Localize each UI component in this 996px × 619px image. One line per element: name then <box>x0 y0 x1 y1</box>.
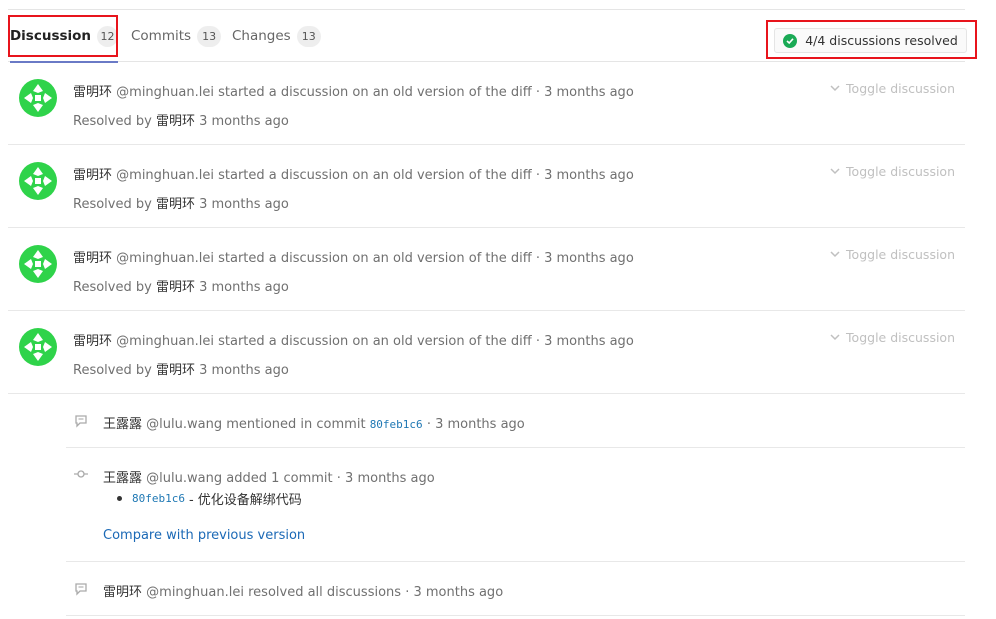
discussion-action: started a discussion on an old version o… <box>218 85 532 100</box>
discussion-item: 雷明环 @minghuan.lei started a discussion o… <box>8 311 965 394</box>
tab-commits-label: Commits <box>131 28 192 44</box>
author-name[interactable]: 雷明环 <box>73 85 112 100</box>
commit-sha-link[interactable]: 80feb1c6 <box>370 418 423 431</box>
mention-time: · 3 months ago <box>426 417 525 432</box>
commit-list-item: 80feb1c6 - 优化设备解绑代码 <box>103 489 302 508</box>
commit-added-action: added 1 commit <box>226 471 333 486</box>
toggle-discussion-button[interactable]: Toggle discussion <box>830 81 955 96</box>
avatar <box>19 245 57 283</box>
discussions-resolved-button[interactable]: 4/4 discussions resolved <box>774 28 967 53</box>
author-handle[interactable]: @lulu.wang <box>146 471 222 486</box>
compare-with-previous-version-link[interactable]: Compare with previous version <box>103 528 305 543</box>
author-handle[interactable]: @minghuan.lei <box>116 168 214 183</box>
comment-icon <box>75 415 87 428</box>
chevron-down-icon <box>830 168 840 175</box>
toggle-discussion-label: Toggle discussion <box>846 330 955 345</box>
resolver-name[interactable]: 雷明环 <box>156 197 195 212</box>
author-handle[interactable]: @minghuan.lei <box>116 334 214 349</box>
discussion-time: · 3 months ago <box>535 168 634 183</box>
discussion-time: · 3 months ago <box>535 251 634 266</box>
discussion-time: · 3 months ago <box>535 334 634 349</box>
resolver-name[interactable]: 雷明环 <box>156 280 195 295</box>
resolved-all-time: · 3 months ago <box>405 585 504 600</box>
resolved-highlight-box: 4/4 discussions resolved <box>766 20 977 59</box>
discussion-header: 雷明环 @minghuan.lei started a discussion o… <box>73 164 634 183</box>
comment-icon <box>75 583 87 596</box>
tab-changes-label: Changes <box>232 28 291 44</box>
discussion-item: 雷明环 @minghuan.lei started a discussion o… <box>8 62 965 145</box>
resolved-by-line: Resolved by 雷明环 3 months ago <box>73 359 289 378</box>
author-handle[interactable]: @lulu.wang <box>146 417 222 432</box>
discussion-action: started a discussion on an old version o… <box>218 168 532 183</box>
resolved-all-text: 雷明环 @minghuan.lei resolved all discussio… <box>103 581 503 600</box>
author-name[interactable]: 雷明环 <box>73 251 112 266</box>
author-name[interactable]: 王露露 <box>103 417 142 432</box>
author-handle[interactable]: @minghuan.lei <box>116 85 214 100</box>
toggle-discussion-button[interactable]: Toggle discussion <box>830 247 955 262</box>
resolved-time: 3 months ago <box>199 197 289 212</box>
system-note-mention: 王露露 @lulu.wang mentioned in commit 80feb… <box>66 394 965 448</box>
resolved-by-line: Resolved by 雷明环 3 months ago <box>73 276 289 295</box>
discussion-header: 雷明环 @minghuan.lei started a discussion o… <box>73 330 634 349</box>
resolved-time: 3 months ago <box>199 114 289 129</box>
commit-message: - 优化设备解绑代码 <box>188 493 302 508</box>
commit-icon <box>74 470 88 478</box>
commit-sha-link[interactable]: 80feb1c6 <box>132 492 185 505</box>
author-name[interactable]: 雷明环 <box>73 334 112 349</box>
avatar <box>19 79 57 117</box>
resolved-prefix: Resolved by <box>73 197 152 212</box>
discussion-action: started a discussion on an old version o… <box>218 251 532 266</box>
resolved-prefix: Resolved by <box>73 363 152 378</box>
author-name[interactable]: 雷明环 <box>73 168 112 183</box>
discussion-item: 雷明环 @minghuan.lei started a discussion o… <box>8 145 965 228</box>
system-note-resolved-all: 雷明环 @minghuan.lei resolved all discussio… <box>66 562 965 616</box>
resolved-by-line: Resolved by 雷明环 3 months ago <box>73 193 289 212</box>
author-name[interactable]: 雷明环 <box>103 585 142 600</box>
check-circle-icon <box>783 33 798 48</box>
resolved-time: 3 months ago <box>199 280 289 295</box>
tab-commits-count: 13 <box>197 25 222 47</box>
author-name[interactable]: 王露露 <box>103 471 142 486</box>
toggle-discussion-label: Toggle discussion <box>846 164 955 179</box>
commit-added-text: 王露露 @lulu.wang added 1 commit · 3 months… <box>103 467 435 486</box>
resolver-name[interactable]: 雷明环 <box>156 363 195 378</box>
chevron-down-icon <box>830 334 840 341</box>
discussion-action: started a discussion on an old version o… <box>218 334 532 349</box>
toggle-discussion-label: Toggle discussion <box>846 81 955 96</box>
list-bullet <box>117 496 122 501</box>
discussion-item: 雷明环 @minghuan.lei started a discussion o… <box>8 228 965 311</box>
tab-discussion[interactable]: Discussion 12 <box>9 10 119 63</box>
avatar <box>19 162 57 200</box>
toggle-discussion-button[interactable]: Toggle discussion <box>830 164 955 179</box>
chevron-down-icon <box>830 85 840 92</box>
discussion-time: · 3 months ago <box>535 85 634 100</box>
tab-discussion-count: 12 <box>97 25 119 47</box>
discussion-header: 雷明环 @minghuan.lei started a discussion o… <box>73 81 634 100</box>
resolved-prefix: Resolved by <box>73 114 152 129</box>
author-handle[interactable]: @minghuan.lei <box>116 251 214 266</box>
tab-changes[interactable]: Changes 13 <box>232 10 321 62</box>
tab-commits[interactable]: Commits 13 <box>131 10 222 62</box>
resolved-time: 3 months ago <box>199 363 289 378</box>
system-note-commit-added: 王露露 @lulu.wang added 1 commit · 3 months… <box>66 448 965 562</box>
toggle-discussion-label: Toggle discussion <box>846 247 955 262</box>
mention-text: 王露露 @lulu.wang mentioned in commit 80feb… <box>103 413 525 432</box>
tab-changes-count: 13 <box>296 25 321 47</box>
resolved-all-action: resolved all discussions <box>248 585 402 600</box>
resolver-name[interactable]: 雷明环 <box>156 114 195 129</box>
mention-action: mentioned in commit <box>226 417 366 432</box>
resolved-by-line: Resolved by 雷明环 3 months ago <box>73 110 289 129</box>
toggle-discussion-button[interactable]: Toggle discussion <box>830 330 955 345</box>
resolved-prefix: Resolved by <box>73 280 152 295</box>
commit-added-time: · 3 months ago <box>336 471 435 486</box>
author-handle[interactable]: @minghuan.lei <box>146 585 244 600</box>
discussions-resolved-label: 4/4 discussions resolved <box>805 33 958 48</box>
tab-discussion-label: Discussion <box>9 28 92 44</box>
avatar <box>19 328 57 366</box>
discussion-header: 雷明环 @minghuan.lei started a discussion o… <box>73 247 634 266</box>
chevron-down-icon <box>830 251 840 258</box>
